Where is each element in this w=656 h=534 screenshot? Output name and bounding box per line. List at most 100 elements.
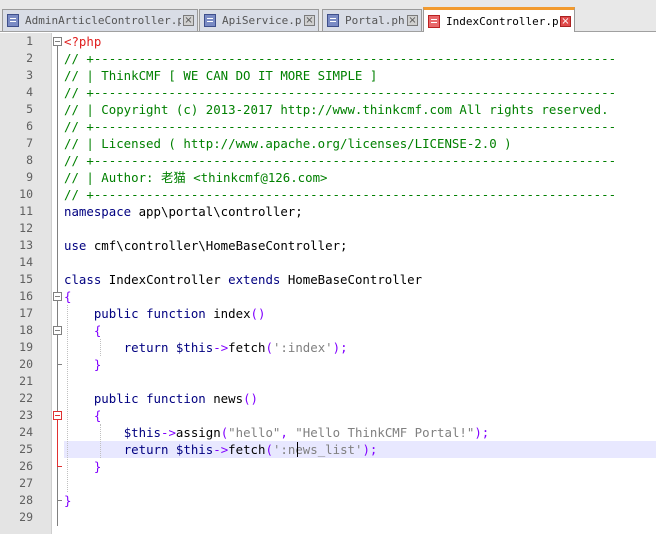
code-line[interactable]: $this->assign("hello", "Hello ThinkCMF P…	[64, 424, 656, 441]
code-token: HomeBaseController	[280, 272, 423, 287]
code-token: use	[64, 238, 87, 253]
code-token: );	[474, 425, 490, 440]
tab-1[interactable]: ApiService.php×	[199, 9, 319, 31]
code-token: );	[362, 442, 378, 457]
code-line[interactable]: public function news()	[64, 390, 656, 407]
tab-label: Portal.php	[345, 14, 405, 27]
line-number: 2	[26, 51, 33, 65]
code-token: <?php	[64, 34, 102, 49]
line-number: 13	[19, 238, 33, 252]
code-token: (	[265, 442, 273, 457]
line-number-gutter: 1 2 3 4 5 6 7 8 9 10 11 12 13 14 15 16 17 18 19 20 21 22 23 24 2…	[0, 33, 52, 534]
tab-bar: AdminArticleController.php×ApiService.ph…	[0, 0, 656, 32]
code-line[interactable]: // +------------------------------------…	[64, 50, 656, 67]
code-line[interactable]: return $this->fetch(':index');	[64, 339, 656, 356]
fold-margin[interactable]	[52, 33, 64, 534]
code-line[interactable]: }	[64, 492, 656, 509]
code-area[interactable]: <?php // +-------------------------------…	[64, 33, 656, 534]
close-icon[interactable]: ×	[183, 15, 194, 26]
line-number: 3	[26, 68, 33, 82]
code-line[interactable]: // | Copyright (c) 2013-2017 http://www.…	[64, 101, 656, 118]
code-token: return	[123, 340, 169, 355]
code-line[interactable]: // | ThinkCMF [ WE CAN DO IT MORE SIMPLE…	[64, 67, 656, 84]
file-icon	[327, 14, 339, 27]
code-token: namespace	[64, 204, 132, 219]
close-icon[interactable]: ×	[304, 15, 315, 26]
code-token: // +------------------------------------…	[64, 187, 617, 202]
code-token: ':news_list'	[272, 442, 363, 457]
code-token: fetch	[228, 442, 266, 457]
code-token: }	[93, 357, 102, 372]
tab-label: IndexController.php	[446, 14, 558, 28]
line-number: 17	[19, 306, 33, 320]
code-line[interactable]: {	[64, 407, 656, 424]
tab-0[interactable]: AdminArticleController.php ×	[2, 9, 198, 31]
code-token: cmf\controller\HomeBaseController;	[86, 238, 348, 253]
fold-toggle-icon[interactable]	[53, 326, 62, 335]
code-line[interactable]: return $this->fetch(':news_list');	[64, 441, 656, 458]
line-number: 20	[19, 357, 33, 371]
code-line[interactable]: use cmf\controller\HomeBaseController;	[64, 237, 656, 254]
code-line[interactable]: namespace app\portal\controller;	[64, 203, 656, 220]
code-line[interactable]: public function index()	[64, 305, 656, 322]
tab-2[interactable]: Portal.php ×	[322, 9, 422, 31]
tab-3[interactable]: IndexController.php×	[423, 7, 575, 32]
close-icon[interactable]: ×	[560, 15, 571, 27]
line-number: 6	[26, 119, 33, 133]
code-token: // | Copyright (c) 2013-2017 http://www.…	[64, 102, 609, 117]
code-token: ':index'	[272, 340, 333, 355]
code-line[interactable]: {	[64, 322, 656, 339]
code-token: fetch	[228, 340, 266, 355]
code-line[interactable]	[64, 475, 656, 492]
code-token: {	[93, 408, 102, 423]
code-line[interactable]	[64, 254, 656, 271]
code-token: ()	[243, 391, 258, 406]
code-line[interactable]: // +------------------------------------…	[64, 152, 656, 169]
file-icon	[204, 14, 216, 27]
code-editor[interactable]: 1 2 3 4 5 6 7 8 9 10 11 12 13 14 15 16 17 18 19 20 21 22 23 24 2…	[0, 33, 656, 534]
close-icon[interactable]: ×	[407, 15, 418, 26]
fold-toggle-icon[interactable]	[53, 411, 62, 420]
code-line[interactable]: }	[64, 458, 656, 475]
code-token: {	[93, 323, 102, 338]
code-token: public	[93, 391, 139, 406]
line-number: 12	[19, 221, 33, 235]
code-line[interactable]: }	[64, 356, 656, 373]
code-line[interactable]: // | Author: 老猫 <thinkcmf@126.com>	[64, 169, 656, 186]
line-number: 16	[19, 289, 33, 303]
code-line[interactable]	[64, 220, 656, 237]
indent-guide	[100, 339, 101, 356]
code-line[interactable]: class IndexController extends HomeBaseCo…	[64, 271, 656, 288]
code-token: ,	[280, 425, 296, 440]
line-number: 5	[26, 102, 33, 116]
fold-toggle-icon[interactable]	[53, 37, 62, 46]
code-token: ->	[161, 425, 176, 440]
code-line[interactable]	[64, 373, 656, 390]
code-line[interactable]	[64, 509, 656, 526]
code-line[interactable]: // +------------------------------------…	[64, 118, 656, 135]
code-line[interactable]: // +------------------------------------…	[64, 84, 656, 101]
code-line[interactable]: <?php	[64, 33, 656, 50]
line-number: 15	[19, 272, 33, 286]
line-number: 21	[19, 374, 33, 388]
code-token: index	[205, 306, 251, 321]
code-line[interactable]: {	[64, 288, 656, 305]
tab-label: AdminArticleController.php	[25, 14, 181, 27]
code-token: function	[146, 306, 206, 321]
code-token: extends	[228, 272, 281, 287]
code-token: ->	[213, 340, 229, 355]
fold-toggle-icon[interactable]	[53, 292, 62, 301]
line-number: 19	[19, 340, 33, 354]
line-number: 22	[19, 391, 33, 405]
file-icon	[428, 14, 440, 28]
code-line[interactable]: // +------------------------------------…	[64, 186, 656, 203]
line-number: 29	[19, 510, 33, 524]
code-line[interactable]: // | Licensed ( http://www.apache.org/li…	[64, 135, 656, 152]
